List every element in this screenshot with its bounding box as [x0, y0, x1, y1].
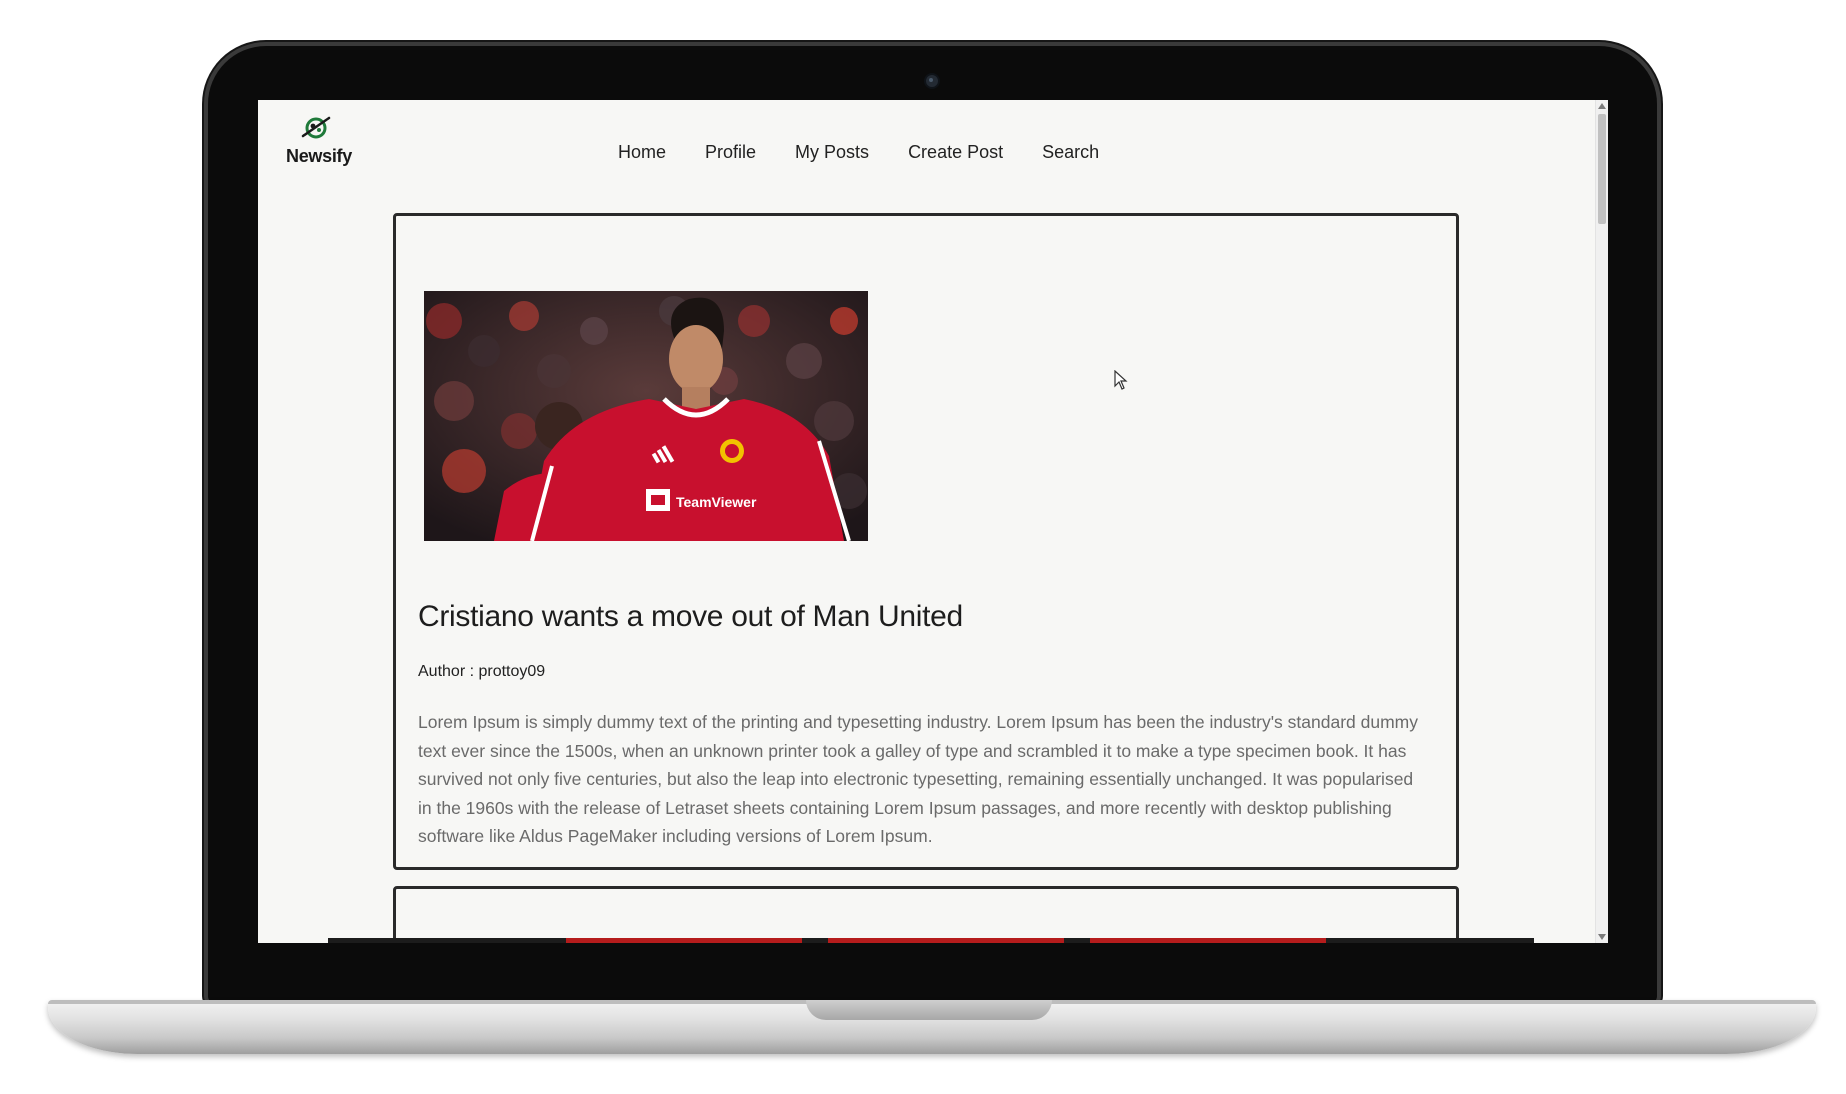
- nav-link-profile[interactable]: Profile: [705, 140, 756, 164]
- post-title[interactable]: Cristiano wants a move out of Man United: [418, 600, 963, 634]
- scroll-up-arrow-icon[interactable]: [1598, 103, 1606, 109]
- svg-text:TeamViewer: TeamViewer: [676, 494, 757, 510]
- browser-viewport: Newsify Home Profile My Posts Create Pos…: [258, 100, 1608, 943]
- laptop-hinge-notch: [806, 1000, 1052, 1020]
- webcam-icon: [924, 73, 940, 89]
- screen-bottom-edge: [328, 938, 1534, 943]
- next-post-card: [393, 886, 1459, 943]
- vertical-scrollbar[interactable]: [1595, 100, 1608, 943]
- scroll-down-arrow-icon[interactable]: [1598, 934, 1606, 940]
- logo-text: Newsify: [286, 146, 352, 166]
- football-player-photo: TeamViewer: [424, 291, 868, 541]
- nav-link-search[interactable]: Search: [1042, 140, 1099, 164]
- post-image[interactable]: TeamViewer: [424, 291, 868, 541]
- brand-logo[interactable]: Newsify: [286, 112, 352, 178]
- post-author: Author : prottoy09: [418, 663, 546, 680]
- nav-link-my-posts[interactable]: My Posts: [795, 140, 869, 164]
- scroll-thumb[interactable]: [1598, 114, 1606, 224]
- main-nav: Home Profile My Posts Create Post Search: [618, 140, 1138, 164]
- mouse-cursor-icon: [1114, 369, 1128, 394]
- post-card: TeamViewer Cristiano wants a move out of…: [393, 213, 1459, 870]
- nav-link-create-post[interactable]: Create Post: [908, 140, 1003, 164]
- globe-logo-icon: [301, 116, 331, 139]
- post-body: Lorem Ipsum is simply dummy text of the …: [418, 712, 1419, 847]
- nav-link-home[interactable]: Home: [618, 140, 666, 164]
